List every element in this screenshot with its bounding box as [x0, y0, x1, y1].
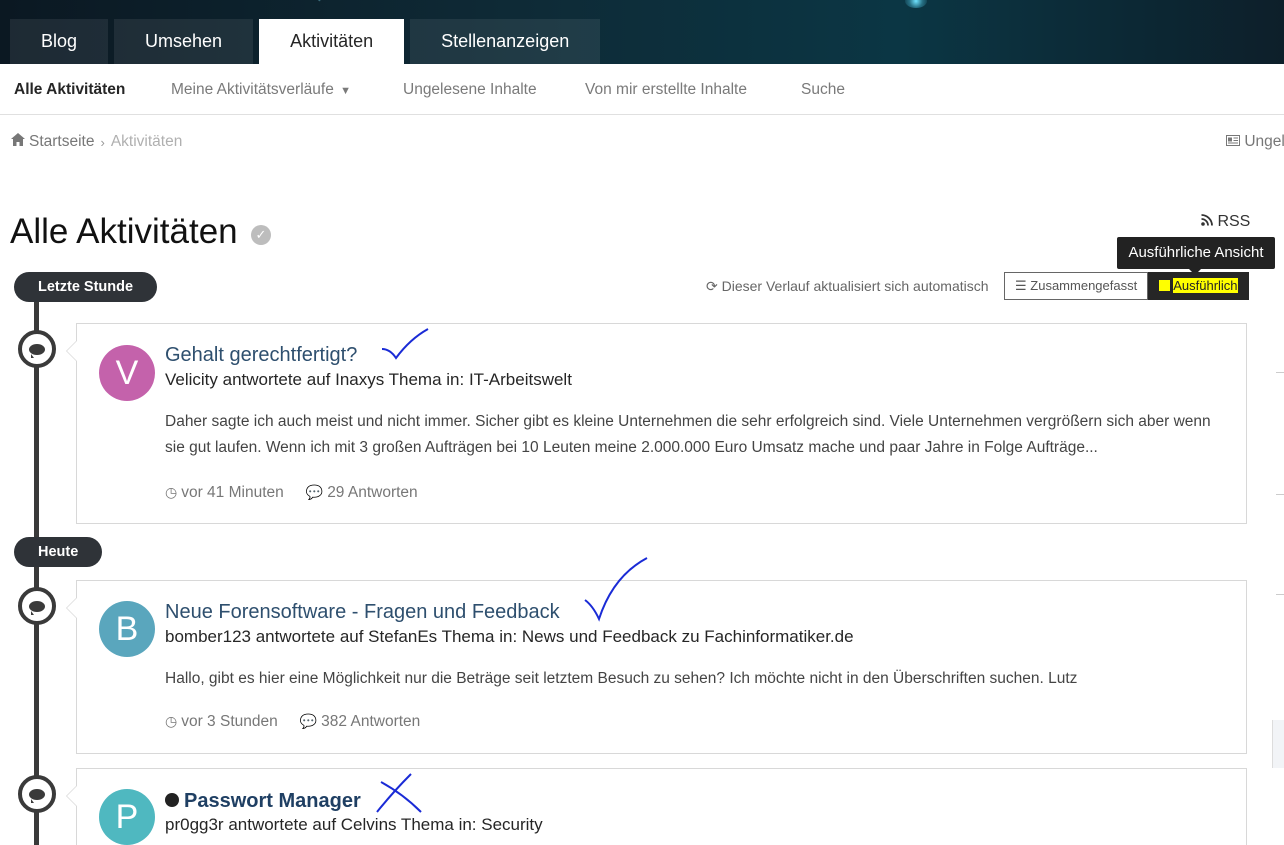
- comment-icon: 💬: [305, 484, 324, 500]
- replies-stat: 💬 382 Antworten: [300, 713, 421, 731]
- header-logo-fragment: [318, 0, 336, 7]
- tab-aktivitaeten[interactable]: Aktivitäten: [259, 19, 405, 64]
- subnav-all-activity[interactable]: Alle Aktivitäten: [14, 81, 125, 99]
- header-decoration: [905, 0, 927, 8]
- comment-icon: 💬: [299, 713, 318, 729]
- comment-icon: [18, 587, 56, 625]
- cross-annotation: [376, 773, 422, 813]
- sub-navigation: Alle Aktivitäten Meine Aktivitätsverläuf…: [0, 64, 1284, 115]
- follow-check-icon[interactable]: ✓: [251, 225, 271, 245]
- activity-item: P Passwort Manager pr0gg3r antwortete au…: [66, 768, 1247, 845]
- view-condensed-button[interactable]: ☰ Zusammengefasst: [1004, 272, 1149, 300]
- auto-update-label: Dieser Verlauf aktualisiert sich automat…: [721, 278, 989, 294]
- activity-time: vor 41 Minuten: [181, 484, 284, 501]
- page-title: Alle Aktivitäten: [10, 212, 238, 251]
- auto-update-note: ⟳ Dieser Verlauf aktualisiert sich autom…: [706, 278, 989, 295]
- clock-icon: ◷: [165, 713, 178, 729]
- breadcrumb-home[interactable]: Startseite: [29, 133, 94, 151]
- activity-meta: Velicity antwortete auf Inaxys Thema in:…: [165, 370, 572, 389]
- tab-stellenanzeigen[interactable]: Stellenanzeigen: [410, 19, 601, 64]
- clock-icon: ◷: [165, 484, 178, 500]
- unread-dot-icon: [165, 793, 179, 807]
- top-navigation-bar: Blog Umsehen Aktivitäten Stellenanzeigen: [0, 0, 1284, 64]
- rss-icon: [1201, 213, 1217, 230]
- activity-item: B Neue Forensoftware - Fragen und Feedba…: [66, 580, 1247, 754]
- rss-label: RSS: [1217, 213, 1251, 230]
- comment-icon: [18, 330, 56, 368]
- unread-content-label: Ungele: [1244, 133, 1284, 150]
- subnav-unread[interactable]: Ungelesene Inhalte: [403, 81, 537, 99]
- tab-umsehen[interactable]: Umsehen: [114, 19, 254, 64]
- subnav-search[interactable]: Suche: [801, 81, 845, 99]
- tooltip-expanded-view: Ausführliche Ansicht: [1117, 237, 1275, 275]
- view-expanded-label: Ausführlich: [1173, 278, 1238, 293]
- activity-time: vor 3 Stunden: [181, 713, 278, 730]
- comment-icon: [18, 775, 56, 813]
- view-expanded-button[interactable]: Ausführlich: [1148, 272, 1249, 300]
- sidebar-box: [1272, 720, 1284, 768]
- replies-stat: 💬 29 Antworten: [306, 484, 418, 502]
- avatar[interactable]: V: [99, 345, 155, 401]
- activity-title-text: Passwort Manager: [184, 790, 361, 812]
- square-icon: [1159, 280, 1171, 291]
- sidebar-divider: [1276, 372, 1284, 373]
- activity-meta: bomber123 antwortete auf StefanEs Thema …: [165, 627, 854, 646]
- timeline-line: [34, 290, 39, 845]
- time-stat: ◷ vor 41 Minuten: [165, 484, 284, 502]
- activity-title[interactable]: Passwort Manager: [165, 790, 361, 813]
- activity-stats: ◷ vor 41 Minuten 💬 29 Antworten: [165, 484, 418, 502]
- unread-content-link[interactable]: Ungele: [1226, 133, 1284, 151]
- newspaper-icon: [1226, 133, 1244, 150]
- activity-title[interactable]: Neue Forensoftware - Fragen und Feedback: [165, 601, 560, 624]
- activity-title[interactable]: Gehalt gerechtfertigt?: [165, 344, 357, 367]
- timeline-group-last-hour: Letzte Stunde: [14, 272, 158, 302]
- home-icon: [11, 133, 25, 151]
- sidebar-divider: [1276, 594, 1284, 595]
- breadcrumb-current: Aktivitäten: [110, 133, 183, 150]
- subnav-my-streams[interactable]: Meine Aktivitätsverläufe ▼: [171, 81, 351, 99]
- activity-stats: ◷ vor 3 Stunden 💬 382 Antworten: [165, 713, 420, 731]
- rss-link[interactable]: RSS: [1201, 213, 1250, 231]
- refresh-icon: ⟳: [706, 278, 718, 294]
- time-stat: ◷ vor 3 Stunden: [165, 713, 278, 731]
- view-toggle: ☰ Zusammengefasst Ausführlich: [1004, 272, 1249, 300]
- activity-replies: 29 Antworten: [327, 484, 418, 501]
- breadcrumb: Startseite › Aktivitäten: [11, 133, 182, 151]
- checkmark-annotation: [584, 557, 648, 622]
- view-condensed-label: Zusammengefasst: [1030, 278, 1138, 293]
- activity-excerpt: Daher sagte ich auch meist und nicht imm…: [165, 413, 1211, 456]
- caret-down-icon: ▼: [340, 85, 352, 97]
- main-tabs: Blog Umsehen Aktivitäten Stellenanzeigen: [10, 19, 601, 64]
- avatar[interactable]: P: [99, 789, 155, 845]
- activity-item: V Gehalt gerechtfertigt? Velicity antwor…: [66, 323, 1247, 524]
- list-icon: ☰: [1015, 278, 1027, 293]
- tab-blog[interactable]: Blog: [10, 19, 109, 64]
- activity-meta: pr0gg3r antwortete auf Celvins Thema in:…: [165, 815, 543, 834]
- sidebar-divider: [1276, 494, 1284, 495]
- subnav-my-streams-label: Meine Aktivitätsverläufe: [171, 81, 334, 98]
- activity-excerpt: Hallo, gibt es hier eine Möglichkeit nur…: [165, 670, 1078, 687]
- avatar[interactable]: B: [99, 601, 155, 657]
- subnav-my-content[interactable]: Von mir erstellte Inhalte: [585, 81, 747, 99]
- activity-replies: 382 Antworten: [321, 713, 421, 730]
- checkmark-annotation: [381, 328, 429, 360]
- chevron-right-icon: ›: [100, 134, 105, 150]
- timeline-group-today: Heute: [14, 537, 103, 567]
